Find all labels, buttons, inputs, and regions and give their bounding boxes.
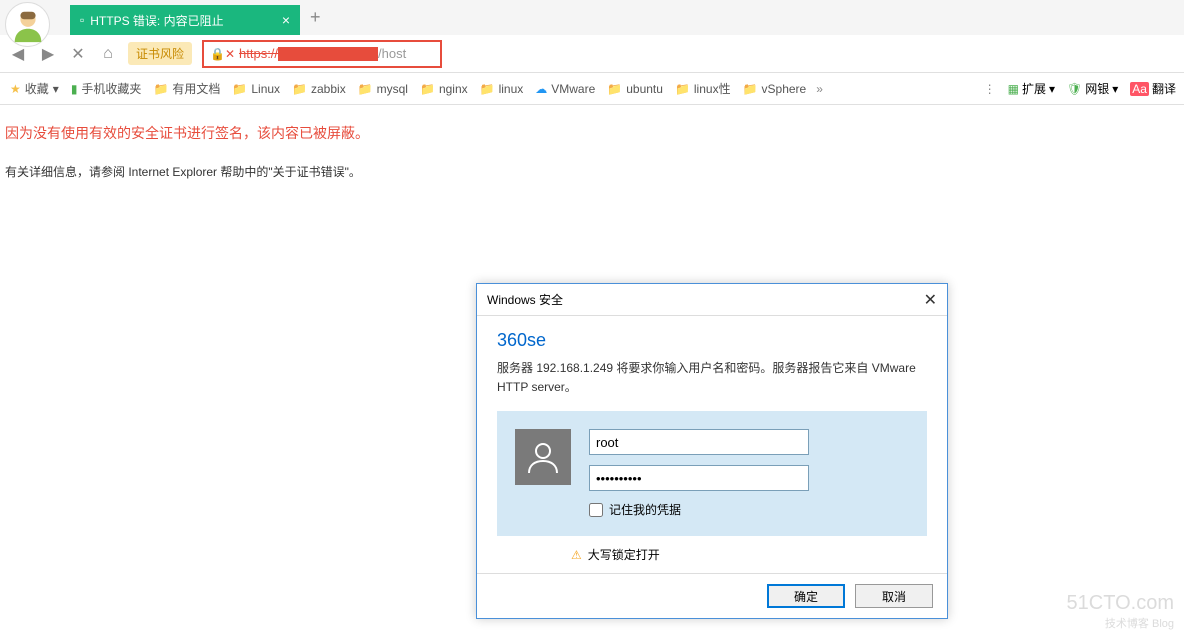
right-tools: ⋮ ▦扩展▾ 🛡网银▾ Aa翻译: [984, 80, 1176, 97]
puzzle-icon: ▦: [1008, 82, 1019, 96]
warning-icon: ⚠: [571, 548, 582, 562]
bookmark-folder[interactable]: 📁Linux: [230, 82, 282, 96]
user-avatar[interactable]: [5, 2, 50, 47]
ok-button[interactable]: 确定: [767, 584, 845, 608]
credentials-box: 记住我的凭据: [497, 411, 927, 536]
url-host-redacted: [278, 47, 378, 61]
tools-menu-icon[interactable]: ⋮: [984, 82, 996, 96]
bookmark-folder[interactable]: 📁vSphere: [741, 82, 809, 96]
toolbar: ◀ ▶ ✕ ⌂ 证书风险 🔒✕ https:// /host: [0, 35, 1184, 73]
bookmark-vmware[interactable]: ☁VMware: [533, 82, 597, 96]
folder-icon: 📁: [607, 82, 622, 96]
password-input[interactable]: [589, 465, 809, 491]
dialog-app-name: 360se: [497, 330, 927, 351]
remember-checkbox-label[interactable]: 记住我的凭据: [589, 501, 909, 518]
url-bar[interactable]: 🔒✕ https:// /host: [202, 40, 442, 68]
folder-icon: 📁: [232, 82, 247, 96]
dialog-close-button[interactable]: ✕: [924, 290, 937, 310]
tab-bar: ▫ HTTPS 错误: 内容已阻止 × +: [0, 0, 1184, 35]
folder-icon: 📁: [420, 82, 435, 96]
dialog-body: 360se 服务器 192.168.1.249 将要求你输入用户名和密码。服务器…: [477, 316, 947, 573]
caps-lock-warning: ⚠ 大写锁定打开: [571, 546, 927, 563]
error-title: 因为没有使用有效的安全证书进行签名，该内容已被屏蔽。: [5, 123, 1179, 143]
bookmark-folder[interactable]: 📁nginx: [418, 82, 470, 96]
new-tab-button[interactable]: +: [310, 7, 321, 28]
error-text: 有关详细信息，请参阅 Internet Explorer 帮助中的"关于证书错误…: [5, 163, 1179, 180]
bookmark-folder[interactable]: 📁zabbix: [290, 82, 348, 96]
favorites-button[interactable]: ★收藏▾: [8, 80, 61, 97]
username-input[interactable]: [589, 429, 809, 455]
folder-icon: 📁: [292, 82, 307, 96]
credential-fields: 记住我的凭据: [589, 429, 909, 518]
cert-warning-badge[interactable]: 证书风险: [128, 42, 192, 65]
bookmark-overflow[interactable]: »: [816, 82, 823, 96]
stop-button[interactable]: ✕: [68, 44, 88, 64]
home-button[interactable]: ⌂: [98, 44, 118, 64]
chevron-down-icon: ▾: [1112, 82, 1118, 96]
bookmark-folder[interactable]: 📁ubuntu: [605, 82, 665, 96]
watermark: 51CTO.com 技术博客 Blog: [1067, 592, 1174, 631]
folder-icon: 📁: [743, 82, 758, 96]
chevron-down-icon: ▾: [53, 82, 59, 96]
translate-icon: Aa: [1130, 82, 1149, 96]
bookmark-bar: ★收藏▾ ▮手机收藏夹 📁有用文档 📁Linux 📁zabbix 📁mysql …: [0, 73, 1184, 105]
vmware-icon: ☁: [535, 82, 547, 96]
bookmark-folder[interactable]: 📁有用文档: [151, 80, 222, 97]
url-scheme: https://: [239, 46, 278, 61]
bookmark-folder[interactable]: 📁linux性: [673, 80, 733, 97]
bookmark-folder[interactable]: 📁mysql: [356, 82, 410, 96]
tab-title: HTTPS 错误: 内容已阻止: [90, 12, 274, 29]
shield-icon: 🛡: [1067, 82, 1082, 96]
folder-icon: 📁: [153, 82, 168, 96]
translate-button[interactable]: Aa翻译: [1130, 80, 1176, 97]
insecure-lock-icon: 🔒✕: [210, 47, 235, 61]
dialog-title: Windows 安全: [487, 291, 924, 308]
folder-icon: 📁: [675, 82, 690, 96]
page-content: 因为没有使用有效的安全证书进行签名，该内容已被屏蔽。 有关详细信息，请参阅 In…: [0, 105, 1184, 198]
cancel-button[interactable]: 取消: [855, 584, 933, 608]
netbank-button[interactable]: 🛡网银▾: [1067, 80, 1118, 97]
remember-checkbox[interactable]: [589, 503, 603, 517]
url-path: /host: [378, 46, 406, 61]
dialog-message: 服务器 192.168.1.249 将要求你输入用户名和密码。服务器报告它来自 …: [497, 359, 927, 397]
bookmark-folder[interactable]: 📁linux: [478, 82, 526, 96]
chevron-down-icon: ▾: [1049, 82, 1055, 96]
extensions-button[interactable]: ▦扩展▾: [1008, 80, 1055, 97]
dialog-titlebar: Windows 安全 ✕: [477, 284, 947, 316]
forward-button[interactable]: ▶: [38, 44, 58, 64]
folder-icon: 📁: [480, 82, 495, 96]
phone-icon: ▮: [71, 82, 78, 96]
auth-dialog: Windows 安全 ✕ 360se 服务器 192.168.1.249 将要求…: [476, 283, 948, 619]
page-icon: ▫: [80, 13, 84, 27]
close-tab-button[interactable]: ×: [282, 12, 290, 28]
mobile-favorites[interactable]: ▮手机收藏夹: [69, 80, 144, 97]
folder-icon: 📁: [358, 82, 373, 96]
browser-tab[interactable]: ▫ HTTPS 错误: 内容已阻止 ×: [70, 5, 300, 35]
dialog-footer: 确定 取消: [477, 573, 947, 618]
star-icon: ★: [10, 82, 21, 96]
user-icon: [515, 429, 571, 485]
